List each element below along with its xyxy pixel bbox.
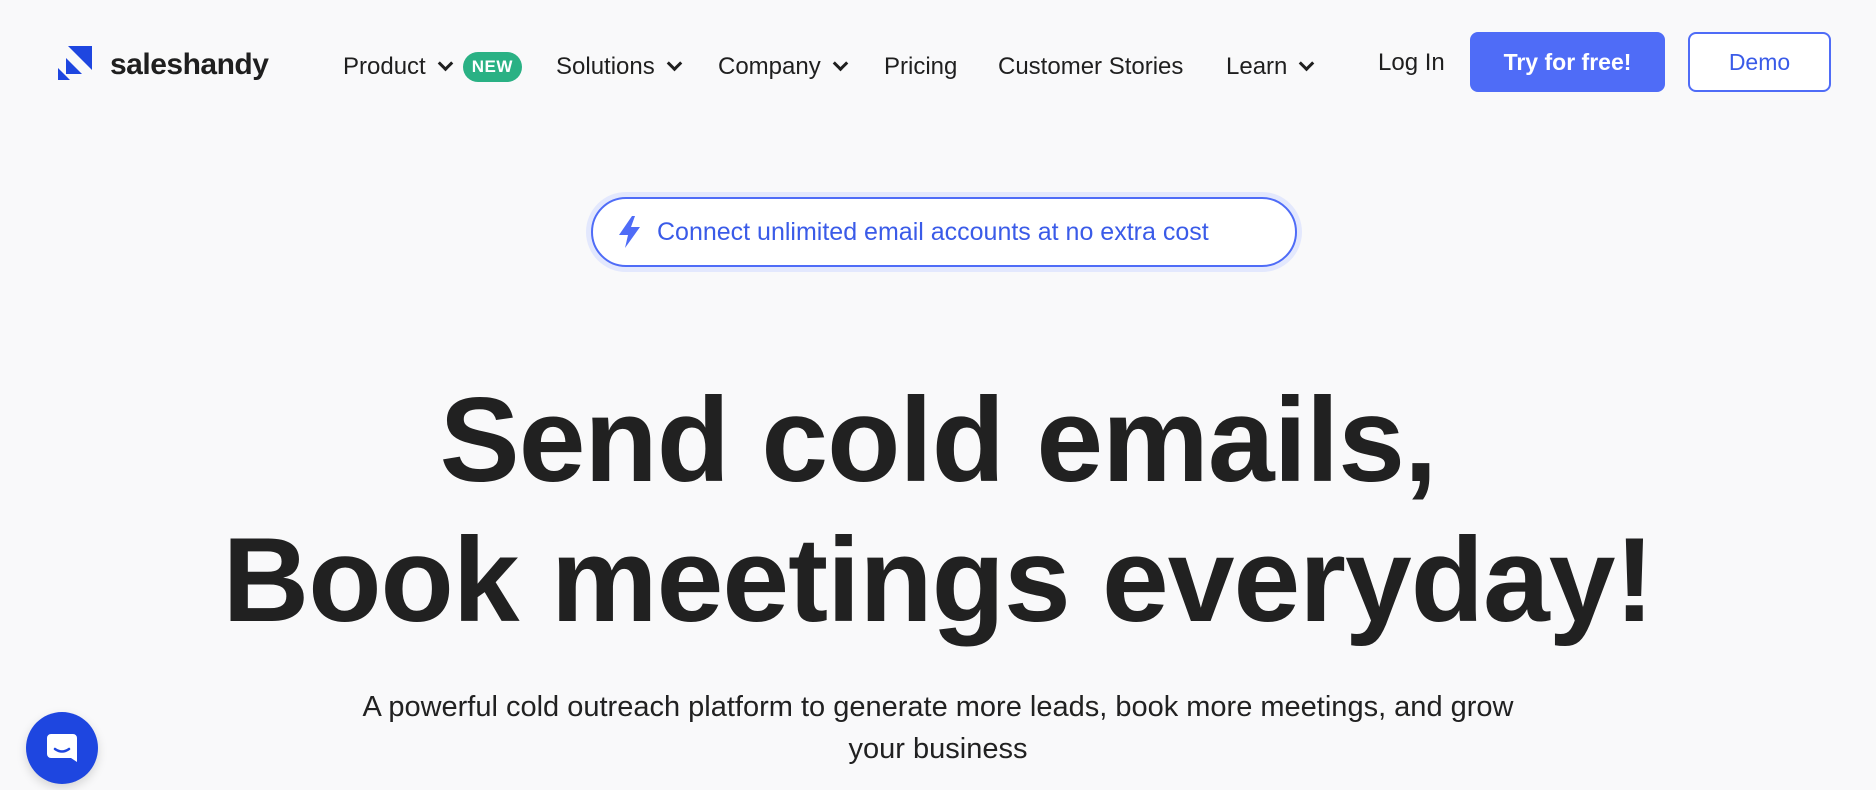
nav-item-label: Customer Stories [998,53,1184,80]
brand-name: saleshandy [110,48,269,81]
hero-headline-line-1: Send cold emails, [439,373,1438,507]
nav-item-label: Product [343,53,426,80]
nav-item-label: Pricing [884,53,958,80]
chat-bubble-icon [47,734,77,762]
promo-link[interactable]: Connect unlimited email accounts at no e… [591,197,1297,267]
top-navbar: saleshandy Product NEW Solutions Company… [0,0,1876,130]
chevron-down-icon [666,55,683,71]
hero-headline-line-2: Book meetings everyday! [222,513,1655,647]
try-for-free-button[interactable]: Try for free! [1470,32,1665,92]
promo-text: Connect unlimited email accounts at no e… [657,217,1209,246]
nav-item-pricing[interactable]: Pricing [884,50,957,84]
nav-item-company[interactable]: Company [718,50,848,84]
nav-item-label: Solutions [556,53,655,80]
chevron-down-icon [1299,55,1315,71]
demo-button[interactable]: Demo [1688,32,1831,92]
nav-item-label: Company [718,53,821,80]
nav-item-solutions[interactable]: Solutions [556,50,683,84]
lightning-bolt-icon [619,216,640,248]
hero-subtitle: A powerful cold outreach platform to gen… [362,691,1514,765]
saleshandy-logo-icon [58,46,92,80]
chevron-down-icon [437,55,453,71]
nav-item-product[interactable]: Product NEW [343,50,522,84]
hero-headline: Send cold emails, Book meetings everyday… [0,370,1876,650]
nav-item-label: Learn [1226,53,1288,80]
promo-banner: Connect unlimited email accounts at no e… [586,192,1302,272]
nav-item-learn[interactable]: Learn [1226,50,1315,84]
new-badge: NEW [462,52,522,82]
login-link[interactable]: Log In [1378,49,1445,77]
chevron-down-icon [832,55,848,71]
nav-item-customer-stories[interactable]: Customer Stories [998,50,1183,84]
chat-launcher-button[interactable] [26,712,98,784]
saleshandy-logo[interactable]: saleshandy [56,44,269,86]
